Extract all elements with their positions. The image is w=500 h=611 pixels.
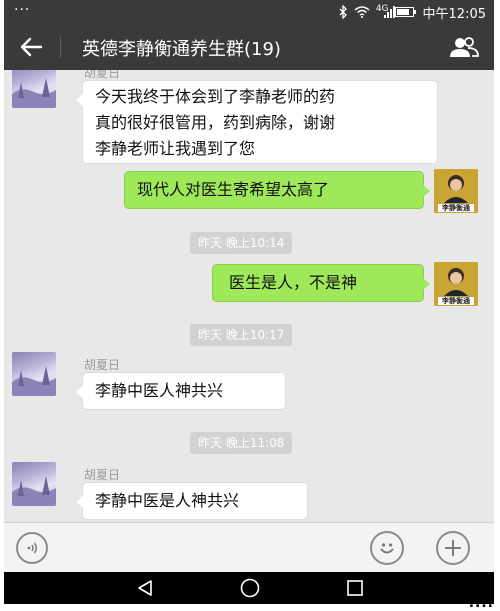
bluetooth-icon bbox=[338, 5, 348, 19]
battery-icon bbox=[394, 6, 417, 18]
more-button[interactable] bbox=[436, 531, 470, 565]
sender-avatar[interactable] bbox=[12, 352, 56, 396]
message-bubble[interactable]: 现代人对医生寄希望太高了 bbox=[124, 171, 430, 209]
message-line: 真的很好很管用，药到病除，谢谢 bbox=[95, 113, 336, 132]
corner-mark: .... bbox=[468, 595, 494, 611]
voice-button[interactable] bbox=[16, 532, 48, 564]
square-recent-icon bbox=[347, 580, 363, 596]
sender-avatar[interactable] bbox=[12, 70, 56, 108]
sender-avatar[interactable] bbox=[12, 462, 56, 506]
group-info-button[interactable] bbox=[448, 34, 480, 60]
triangle-back-icon bbox=[138, 580, 152, 596]
self-avatar[interactable]: 李静衡通 bbox=[434, 169, 478, 213]
chat-title: 英德李静衡通养生群(19) bbox=[82, 39, 281, 60]
status-dots: ··· bbox=[14, 2, 31, 18]
message-bubble[interactable]: 李静中医人神共兴 bbox=[76, 372, 286, 410]
self-avatar[interactable]: 李静衡通 bbox=[434, 262, 478, 306]
status-icons: 4G 中午12:05 bbox=[338, 0, 486, 24]
message-line: 李静老师让我遇到了您 bbox=[95, 139, 256, 158]
message-text: 李静中医是人神共兴 bbox=[95, 491, 240, 510]
plus-icon bbox=[445, 540, 461, 556]
message-bubble[interactable]: 医生是人，不是神 bbox=[212, 264, 430, 302]
arrow-left-icon bbox=[20, 37, 43, 57]
sender-name: 胡夏日 bbox=[84, 358, 121, 372]
avatar-label: 李静衡通 bbox=[442, 297, 470, 305]
header-divider bbox=[60, 36, 61, 58]
avatar-label: 李静衡通 bbox=[442, 204, 470, 212]
signal-label: 4G bbox=[375, 4, 389, 14]
message-line: 今天我终于体会到了李静老师的药 bbox=[95, 87, 336, 106]
nav-home-button[interactable] bbox=[235, 575, 265, 601]
message-list[interactable]: 胡夏日 今天我终于体会到了李静老师的药 真的很好很管用，药到病除，谢谢 李静老师… bbox=[4, 70, 494, 522]
voice-icon bbox=[27, 542, 37, 554]
wifi-icon bbox=[354, 6, 370, 18]
time-divider: 昨天 晚上10:14 bbox=[190, 232, 293, 254]
message-text: 李静中医人神共兴 bbox=[95, 381, 224, 400]
time-divider: 昨天 晚上11:08 bbox=[190, 432, 293, 454]
nav-back-button[interactable] bbox=[130, 575, 160, 601]
group-people-icon bbox=[450, 37, 479, 57]
message-text: 现代人对医生寄希望太高了 bbox=[137, 180, 330, 199]
chat-header: 英德李静衡通养生群(19) bbox=[4, 24, 494, 70]
circle-home-icon bbox=[240, 578, 260, 598]
input-bar bbox=[4, 522, 494, 573]
message-text: 医生是人，不是神 bbox=[229, 273, 358, 292]
status-time: 中午12:05 bbox=[422, 6, 486, 22]
message-bubble[interactable]: 李静中医是人神共兴 bbox=[76, 482, 308, 520]
phone-screen: ··· 4G 中午12:05 英德李静衡通养生群(19) 胡夏日 今天我终于体会… bbox=[4, 0, 494, 604]
status-bar: ··· 4G 中午12:05 bbox=[4, 0, 494, 24]
back-button[interactable] bbox=[16, 33, 46, 61]
emoji-button[interactable] bbox=[370, 531, 404, 565]
time-divider: 昨天 晚上10:17 bbox=[190, 324, 293, 346]
sender-name: 胡夏日 bbox=[84, 468, 121, 482]
system-nav-bar bbox=[4, 572, 494, 604]
nav-recent-button[interactable] bbox=[340, 575, 370, 601]
message-bubble[interactable]: 今天我终于体会到了李静老师的药 真的很好很管用，药到病除，谢谢 李静老师让我遇到… bbox=[76, 80, 438, 164]
smiley-icon bbox=[380, 543, 394, 554]
